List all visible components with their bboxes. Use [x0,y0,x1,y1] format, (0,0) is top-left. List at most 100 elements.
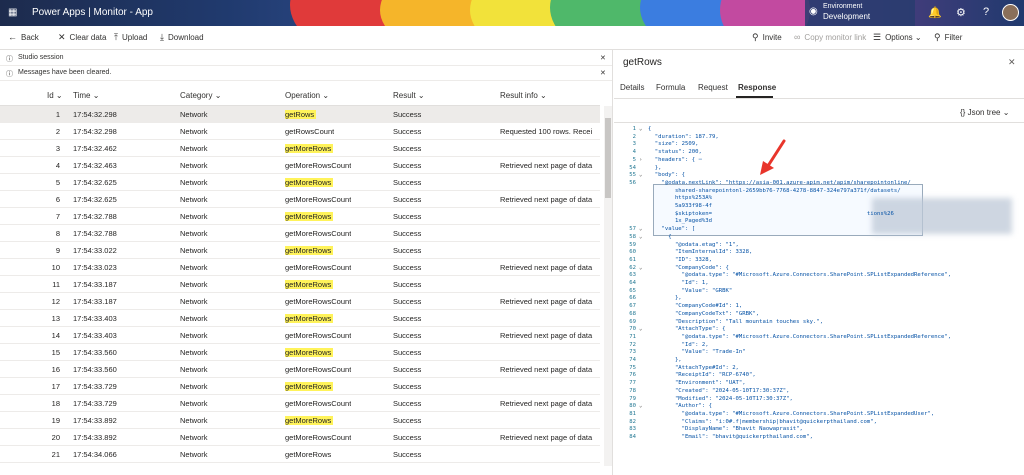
command-bar: ← Back ✕ Clear data ⤒ Upload ⤓ Download ⚲ Inv… [0,26,1024,50]
code-line: "Author": { [648,403,712,410]
code-line: "Created": "2024-05-10T17:30:37Z", [648,387,790,394]
avatar[interactable] [1002,4,1019,21]
fold-chevron-icon[interactable]: ⌄ [639,326,642,332]
code-line: "CompanyCodeTxt": "GRBK", [648,310,760,317]
search-icon: ⚲ [934,32,941,42]
code-line: "CompanyCode#Id": 1, [648,303,743,310]
clear-data-button[interactable]: ✕ Clear data [58,32,106,43]
upload-button[interactable]: ⤒ Upload [114,32,147,43]
code-line: "Value": "GRBK" [648,287,733,294]
code-line: "@odata.type": "#Microsoft.Azure.Connect… [648,272,952,279]
options-label: Options [885,33,913,42]
code-line: "ID": 3328, [648,256,712,263]
code-line: "Modified": "2024-05-10T17:30:37Z", [648,395,793,402]
line-number: 63 [629,272,636,279]
code-line: $skiptoken= tions%26 [648,210,894,217]
arrow-left-icon: ← [8,32,17,42]
line-number: 2 [632,133,636,140]
line-number: 67 [629,303,636,310]
code-line: "ItemInternalId": 3328, [648,249,753,256]
line-number: 82 [629,418,636,425]
line-number: 78 [629,387,636,394]
line-number: 55 [629,172,636,179]
code-line: "size": 2509, [648,141,699,148]
code-line: "@odata.type": "#Microsoft.Azure.Connect… [648,410,935,417]
line-number: 56 [629,179,636,186]
filter-label: Filter [944,33,963,42]
code-line: "Email": "bhavit@quickerpthailand.com", [648,434,814,440]
fold-chevron-icon[interactable]: › [639,157,642,163]
code-line: "Description": "Tall mountain touches sk… [648,318,824,325]
annotation-arrow [760,139,786,175]
help-icon[interactable]: ? [983,6,989,18]
top-bar: ▦ Power Apps | Monitor - App ◉ Environme… [0,0,1024,26]
link-icon: ∞ [794,32,801,42]
fold-chevron-icon[interactable]: ⌄ [639,126,642,132]
person-add-icon: ⚲ [752,32,759,42]
line-number: 81 [629,410,636,417]
line-number: 54 [629,164,636,171]
download-label: Download [167,33,204,42]
clear-data-label: Clear data [69,33,107,42]
line-number: 71 [629,333,636,340]
app-launcher-icon[interactable]: ▦ [8,7,20,19]
code-line: "value": [ [648,226,696,233]
fold-chevron-icon[interactable]: ⌄ [639,265,642,271]
line-number: 79 [629,395,636,402]
tab-request[interactable]: Request [698,83,728,92]
line-number: 72 [629,341,636,348]
download-icon: ⤓ [160,32,164,42]
line-number: 84 [629,434,636,440]
code-line: "Environment": "UAT", [648,380,746,387]
code-line: "AttachType": { [648,326,726,333]
line-number: 58 [629,233,636,240]
line-number: 73 [629,349,636,356]
options-icon: ☰ [873,32,882,42]
upload-icon: ⤒ [114,32,118,42]
detail-pane: getRows ✕ Details Formula Request Respon… [614,50,1024,475]
fold-chevron-icon[interactable]: ⌄ [639,226,642,232]
line-number: 66 [629,295,636,302]
line-number: 5 [632,156,636,163]
code-line: "headers": { ⋯ [648,156,702,163]
bell-icon[interactable]: 🔔 [928,6,942,19]
line-number: 59 [629,241,636,248]
download-button[interactable]: ⤓ Download [160,32,204,43]
tab-formula[interactable]: Formula [656,83,685,92]
code-line: "Value": "Trade-In" [648,349,746,356]
code-line: "DisplayName": "Bhavit Naowaprasit", [648,426,803,433]
line-number: 68 [629,310,636,317]
line-number: 80 [629,403,636,410]
view-mode-label: Json tree [967,108,1001,117]
tab-details[interactable]: Details [620,83,644,92]
fold-chevron-icon[interactable]: ⌄ [639,172,642,178]
back-button[interactable]: ← Back [8,32,39,42]
json-code-view[interactable]: 1 ⌄{2 "duration": 187.79, 3 "size": 2509, 4… [614,122,1024,475]
code-line: 1x_Paged%3d [648,218,712,225]
code-line: "AttachType#Id": 2, [648,364,739,371]
environment-label: Environment [823,3,863,10]
line-number: 70 [629,326,636,333]
code-line: }, [648,357,682,363]
invite-button[interactable]: ⚲ Invite [752,32,782,43]
filter-button[interactable]: ⚲ Filter [934,32,962,43]
line-number: 69 [629,318,636,325]
fold-chevron-icon[interactable]: ⌄ [639,234,642,240]
environment-picker[interactable]: ◉ Environment Development [805,0,915,26]
gear-icon[interactable]: ⚙ [956,6,966,19]
view-mode-dropdown[interactable]: {} Json tree ⌄ [960,108,1009,117]
line-number: 62 [629,264,636,271]
options-button[interactable]: ☰ Options ⌄ [873,32,922,43]
tab-response[interactable]: Response [738,83,776,92]
line-number: 77 [629,380,636,387]
copy-monitor-link-button[interactable]: ∞ Copy monitor link [794,32,866,42]
code-line: "@odata.type": "#Microsoft.Azure.Connect… [648,333,952,340]
code-line: "ReceiptId": "RCP-6740", [648,372,756,379]
line-number: 76 [629,372,636,379]
line-number: 65 [629,287,636,294]
left-pane [0,50,613,475]
line-number: 75 [629,364,636,371]
line-number: 4 [632,149,636,156]
fold-chevron-icon[interactable]: ⌄ [639,403,642,409]
close-icon[interactable]: ✕ [1008,57,1016,68]
